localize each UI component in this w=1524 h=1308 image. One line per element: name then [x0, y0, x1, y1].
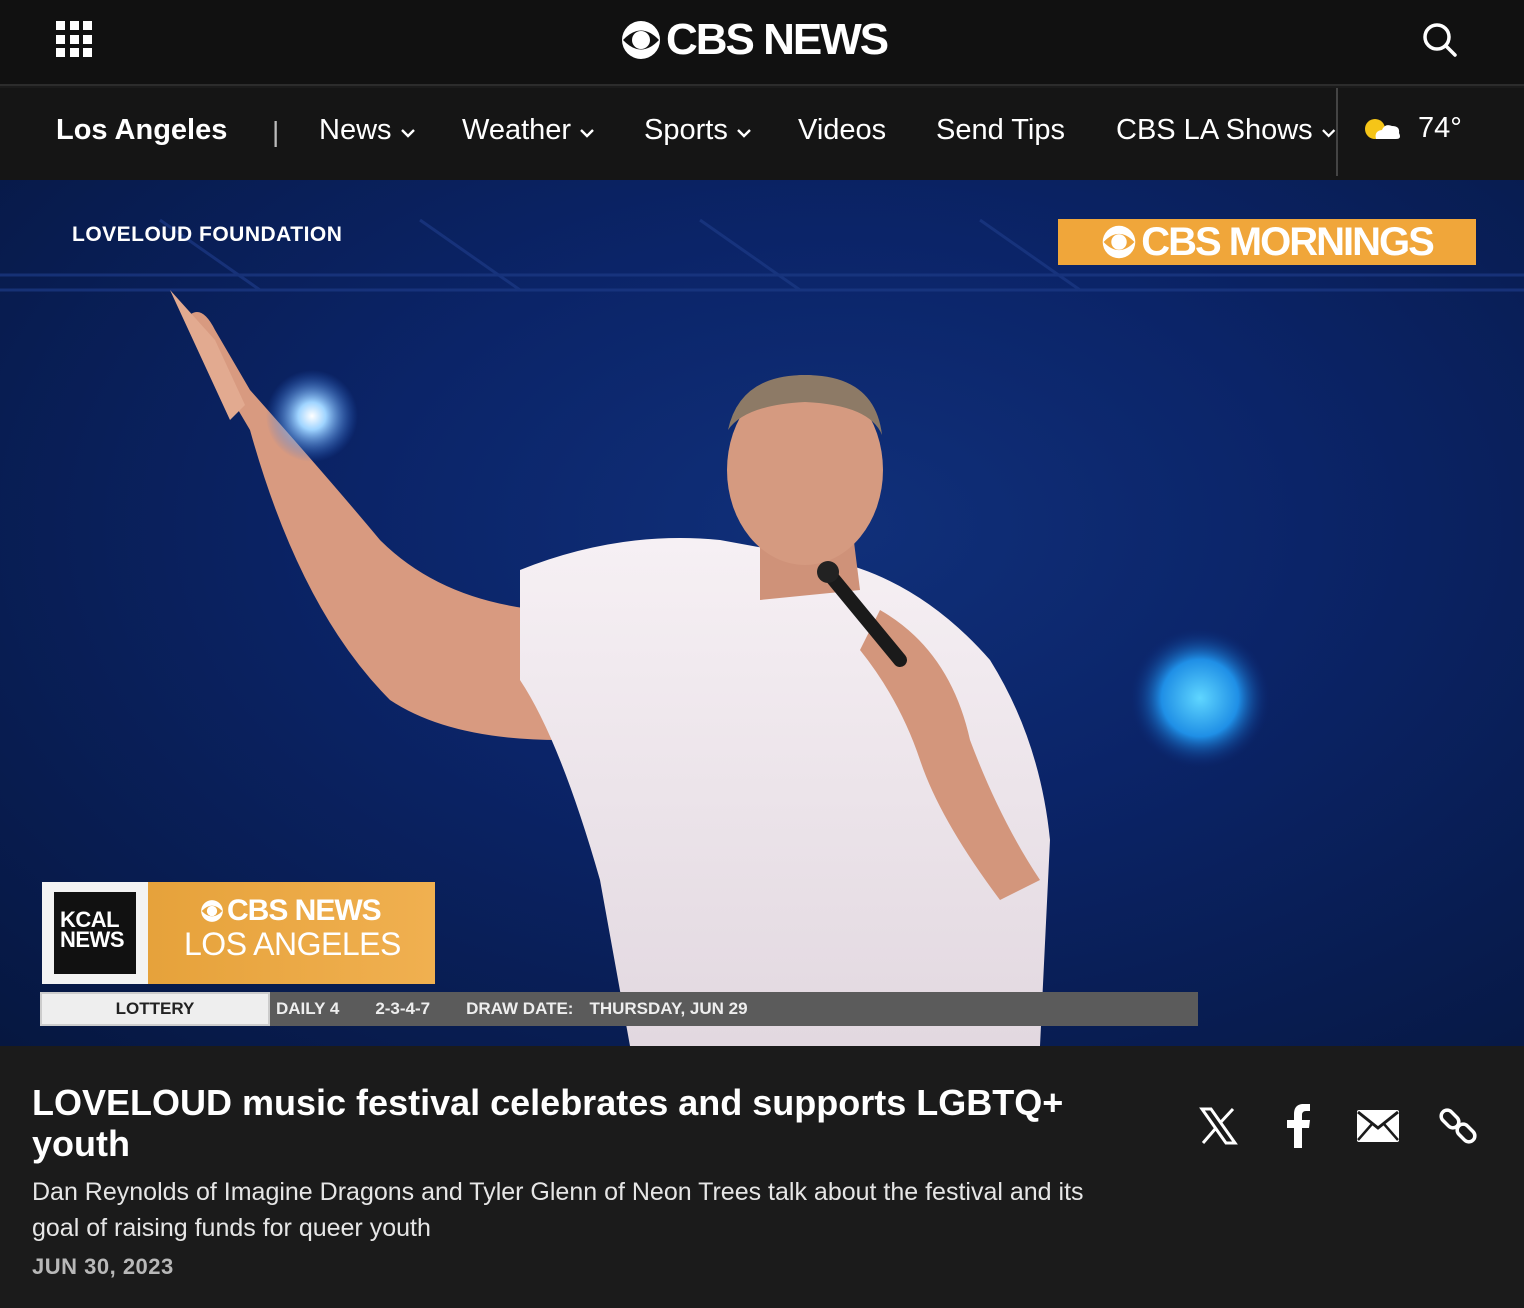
nav-item-label: CBS LA Shows — [1116, 114, 1313, 146]
x-icon[interactable] — [1196, 1104, 1240, 1148]
cbs-eye-icon — [1102, 225, 1136, 259]
nav-item-label: Weather — [462, 114, 572, 146]
cbs-eye-icon — [201, 900, 223, 922]
kcal-logo: KCAL NEWS — [42, 882, 148, 984]
nav-item-weather[interactable]: Weather — [462, 114, 595, 147]
station-bug: KCAL NEWS CBS NEWS LOS ANGELES — [42, 882, 435, 984]
search-icon[interactable] — [1420, 20, 1460, 60]
network-name: CBS NEWS — [227, 894, 382, 927]
cbs-news-logo[interactable]: CBS NEWS — [620, 14, 889, 66]
article-date: JUN 30, 2023 — [32, 1254, 174, 1279]
cbs-eye-icon — [622, 21, 660, 59]
lottery-ticker: LOTTERY DAILY 4 2-3-4-7 DRAW DATE: THURS… — [40, 992, 1198, 1026]
chevron-down-icon — [1321, 128, 1335, 138]
partly-cloudy-icon — [1365, 118, 1400, 139]
nav-item-send-tips[interactable]: Send Tips — [936, 114, 1065, 147]
ticker-label: LOTTERY — [40, 992, 270, 1026]
nav-item-label: Videos — [798, 114, 887, 146]
chevron-down-icon — [580, 128, 594, 138]
video-caption: LOVELOUD FOUNDATION — [72, 223, 343, 246]
nav-separator: | — [272, 116, 280, 147]
nav-item-news[interactable]: News — [319, 114, 416, 147]
weather-widget[interactable]: 74° — [1362, 112, 1462, 145]
weather-temp: 74° — [1418, 112, 1462, 144]
grid-menu-icon[interactable] — [56, 21, 92, 57]
ticker-numbers: 2-3-4-7 — [375, 999, 431, 1018]
ticker-game: DAILY 4 — [276, 999, 340, 1018]
chevron-down-icon — [400, 128, 415, 138]
nav-item-label: Send Tips — [936, 114, 1065, 146]
show-name: CBS MORNINGS — [1141, 219, 1435, 264]
cbs-la-logo: CBS NEWS LOS ANGELES — [148, 882, 435, 984]
nav-item-sports[interactable]: Sports — [644, 114, 752, 147]
article-dek: Dan Reynolds of Imagine Dragons and Tyle… — [32, 1178, 1084, 1242]
nav-item-label: News — [319, 114, 392, 146]
station-city: LOS ANGELES — [184, 926, 401, 962]
article-headline: LOVELOUD music festival celebrates and s… — [32, 1082, 1064, 1164]
nav-item-label: Sports — [644, 114, 728, 146]
ticker-draw-label: DRAW DATE: — [466, 999, 574, 1018]
chevron-down-icon — [736, 128, 751, 138]
facebook-icon[interactable] — [1276, 1104, 1320, 1148]
brand-name: CBS NEWS — [666, 15, 889, 64]
nav-item-videos[interactable]: Videos — [798, 114, 886, 147]
link-icon[interactable] — [1436, 1104, 1480, 1148]
kcal-line2: NEWS — [60, 927, 125, 952]
email-icon[interactable] — [1356, 1104, 1400, 1148]
ticker-draw-date: THURSDAY, JUN 29 — [589, 999, 748, 1018]
nav-item-cbs-la-shows[interactable]: CBS LA Shows — [1116, 114, 1336, 147]
city-label[interactable]: Los Angeles — [56, 114, 227, 147]
video-player[interactable]: LOVELOUD FOUNDATION CBS MORNINGS KCAL NE… — [0, 180, 1524, 1046]
section-nav: Los Angeles | News Weather Sports Videos… — [0, 88, 1524, 180]
cbs-mornings-bug: CBS MORNINGS — [1058, 219, 1476, 265]
article-info: LOVELOUD music festival celebrates and s… — [0, 1046, 1524, 1308]
top-bar: CBS NEWS — [0, 0, 1524, 86]
nav-divider — [1336, 88, 1338, 176]
